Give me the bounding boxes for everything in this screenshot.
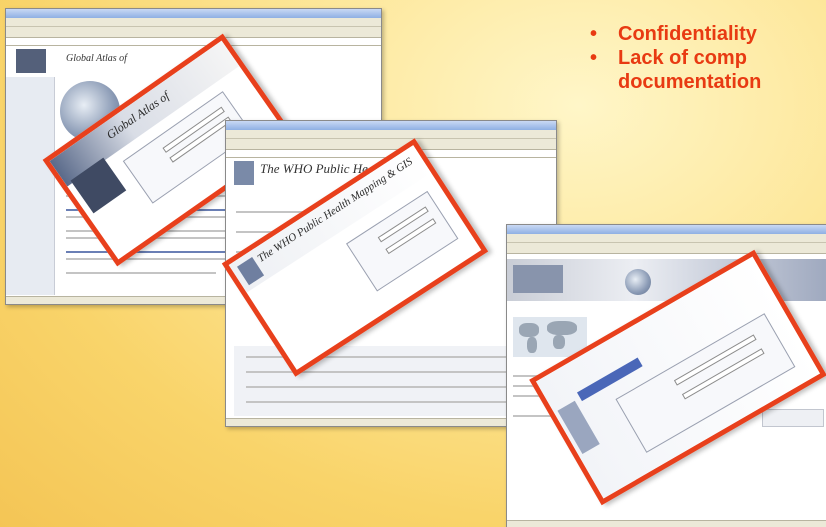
window-toolbar — [226, 139, 556, 150]
window-toolbar — [507, 243, 826, 254]
window-menubar — [507, 234, 826, 243]
bullet-dot: • — [590, 47, 598, 69]
bullet-item: • Confidentiality — [590, 22, 761, 46]
window-titlebar — [6, 9, 381, 18]
globe-image — [625, 269, 651, 295]
window-titlebar — [226, 121, 556, 130]
window-menubar — [226, 130, 556, 139]
portal-logo — [513, 265, 563, 293]
window-menubar — [6, 18, 381, 27]
who-logo — [234, 161, 254, 185]
atlas-title: Global Atlas of — [66, 53, 127, 64]
bullet-text: Lack of comp — [618, 47, 747, 69]
text-line — [66, 272, 216, 274]
atlas-sidebar — [6, 77, 55, 295]
table-row — [246, 401, 526, 403]
bullet-item: documentation — [590, 70, 761, 94]
atlas-logo — [16, 49, 46, 73]
bullet-item: • Lack of comp — [590, 46, 761, 70]
window-titlebar — [507, 225, 826, 234]
address-bar — [6, 38, 381, 46]
table-row — [246, 371, 526, 373]
bullet-list: • Confidentiality • Lack of comp documenta… — [590, 22, 761, 94]
bullet-dot: • — [590, 23, 598, 45]
window-toolbar — [6, 27, 381, 38]
window-statusbar — [507, 520, 826, 527]
search-box — [762, 409, 824, 427]
slide: • Confidentiality • Lack of comp documenta… — [0, 0, 826, 527]
table-row — [246, 386, 526, 388]
bullet-text: Confidentiality — [618, 23, 757, 45]
world-map — [513, 317, 587, 357]
bullet-text: documentation — [618, 71, 762, 93]
